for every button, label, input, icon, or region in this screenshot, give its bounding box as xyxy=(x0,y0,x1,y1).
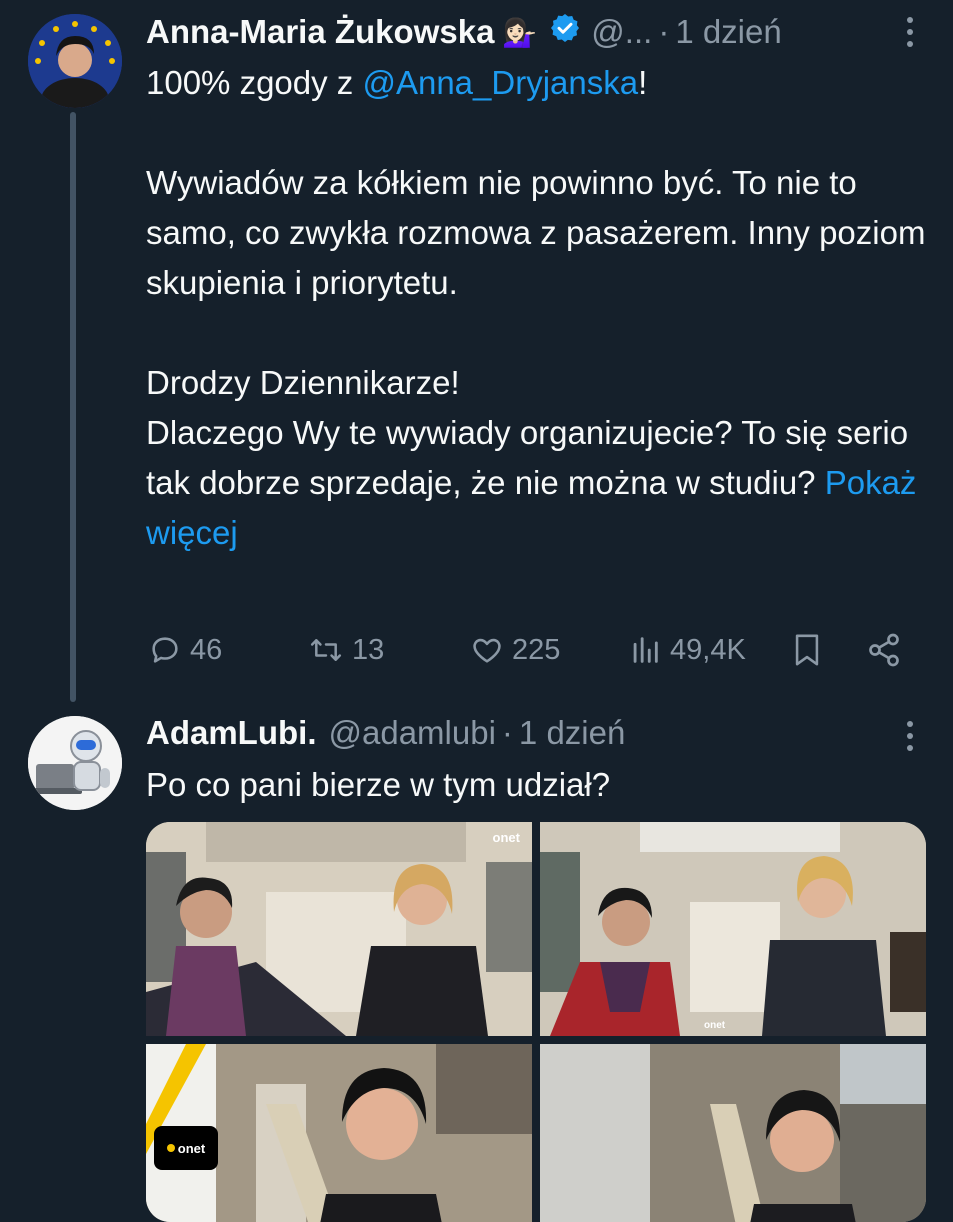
tweet-line-blank xyxy=(146,108,926,158)
tweet-line: Drodzy Dziennikarze! xyxy=(146,364,460,401)
bookmark-button[interactable] xyxy=(790,622,824,678)
media-image[interactable] xyxy=(540,1044,926,1222)
tweet-text: 100% zgody z @Anna_Dryjanska! Wywiadów z… xyxy=(146,58,926,558)
media-image[interactable]: onet xyxy=(146,822,532,1036)
media-image[interactable]: onet xyxy=(540,822,926,1036)
share-button[interactable] xyxy=(866,622,902,678)
tweet-actions: 46 13 225 49,4K xyxy=(148,622,908,678)
separator-dot: · xyxy=(658,13,670,50)
bookmark-icon xyxy=(790,631,824,669)
author-handle[interactable]: @adamlubi xyxy=(329,714,496,752)
tweet-text: Po co pani bierze w tym udział? xyxy=(146,766,611,803)
more-options-icon[interactable] xyxy=(895,716,925,756)
reply-button[interactable]: 46 xyxy=(148,622,222,678)
onet-logo: onet xyxy=(492,830,520,845)
retweet-button[interactable]: 13 xyxy=(308,622,384,678)
verified-badge-icon xyxy=(549,12,581,52)
tweet-line: Wywiadów za kółkiem nie powinno być. To … xyxy=(146,164,926,301)
views-count: 49,4K xyxy=(670,633,746,666)
reply-icon xyxy=(148,633,182,667)
like-count: 225 xyxy=(512,633,561,666)
tweet-line-blank xyxy=(146,308,926,358)
views-button[interactable]: 49,4K xyxy=(628,622,746,678)
timestamp[interactable]: 1 dzień xyxy=(675,13,781,51)
tweet-header: AdamLubi. @adamlubi · 1 dzień xyxy=(146,714,625,752)
name-emoji: 💁🏻‍♀️ xyxy=(502,16,538,48)
tweet-line: Dlaczego Wy te wywiady organizujecie? To… xyxy=(146,414,917,551)
onet-logo: onet xyxy=(704,1020,726,1031)
avatar[interactable] xyxy=(28,716,122,810)
like-button[interactable]: 225 xyxy=(470,622,560,678)
views-bar-icon xyxy=(628,633,662,667)
media-image[interactable]: onet xyxy=(146,1044,532,1222)
author-handle[interactable]: @... xyxy=(591,13,652,51)
onet-logo: onet xyxy=(154,1126,218,1170)
media-grid: onet onet onet xyxy=(146,822,926,1222)
retweet-icon xyxy=(308,633,344,667)
mention-link[interactable]: @Anna_Dryjanska xyxy=(362,64,638,101)
timestamp[interactable]: 1 dzień xyxy=(519,714,625,752)
author-name[interactable]: AdamLubi. xyxy=(146,714,317,752)
separator-dot: · xyxy=(501,714,513,751)
reply-count: 46 xyxy=(190,633,223,666)
share-icon xyxy=(866,632,902,668)
author-name[interactable]: Anna-Maria Żukowska xyxy=(146,13,494,51)
tweet-header: Anna-Maria Żukowska 💁🏻‍♀️ @... · 1 dzień xyxy=(146,12,782,52)
more-options-icon[interactable] xyxy=(895,12,925,52)
retweet-count: 13 xyxy=(352,633,385,666)
avatar[interactable] xyxy=(28,14,122,108)
heart-icon xyxy=(470,633,504,667)
tweet-line: 100% zgody z @Anna_Dryjanska! xyxy=(146,64,648,101)
thread-connector-line xyxy=(70,112,76,702)
